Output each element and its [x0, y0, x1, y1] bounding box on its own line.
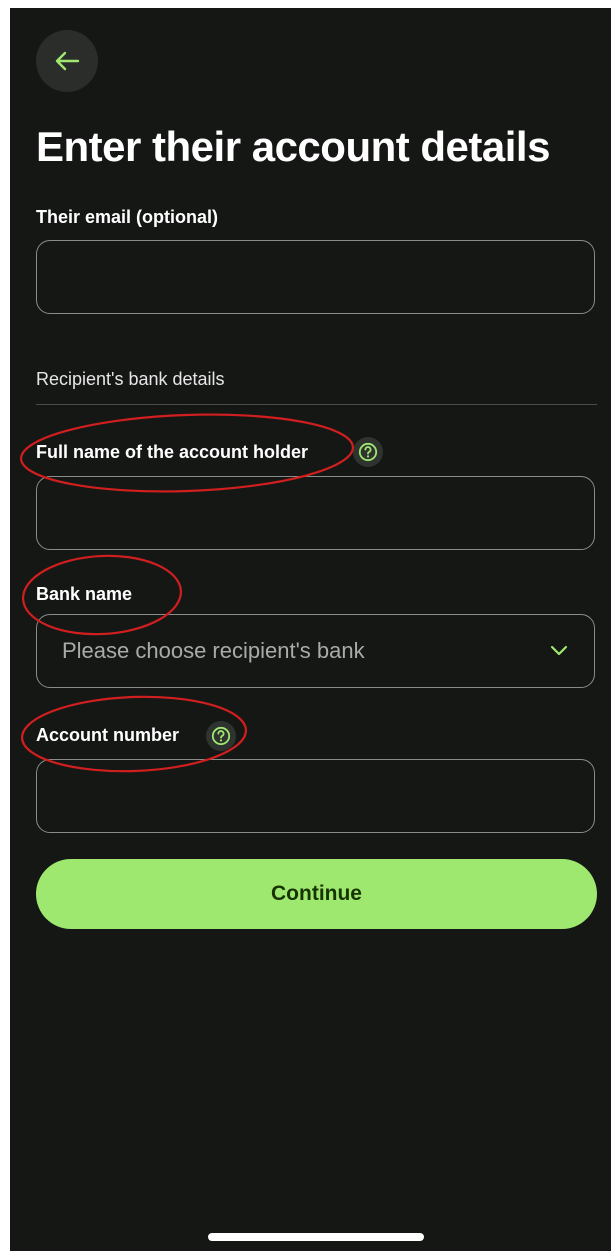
app-screen: Enter their account details Their email …: [10, 8, 611, 1251]
continue-button[interactable]: Continue: [36, 859, 597, 929]
account-number-label: Account number: [36, 725, 180, 745]
section-divider: [36, 404, 597, 405]
arrow-left-icon: [55, 51, 80, 71]
question-circle-icon: [358, 442, 378, 462]
full-name-help-icon[interactable]: [353, 437, 383, 467]
full-name-field[interactable]: [36, 476, 595, 550]
page-title: Enter their account details: [36, 123, 550, 170]
full-name-label: Full name of the account holder: [36, 442, 309, 462]
section-label-bank-details: Recipient's bank details: [36, 369, 225, 389]
account-number-help-icon[interactable]: [206, 721, 236, 751]
home-indicator: [208, 1233, 424, 1241]
bank-select[interactable]: Please choose recipient's bank: [36, 614, 595, 688]
email-field[interactable]: [36, 240, 595, 314]
question-circle-icon: [211, 726, 231, 746]
chevron-down-icon: [550, 645, 568, 656]
bank-name-label: Bank name: [36, 584, 133, 604]
email-label: Their email (optional): [36, 207, 219, 227]
account-number-field[interactable]: [36, 759, 595, 833]
bank-select-placeholder: Please choose recipient's bank: [62, 638, 365, 663]
back-button[interactable]: [36, 30, 98, 92]
